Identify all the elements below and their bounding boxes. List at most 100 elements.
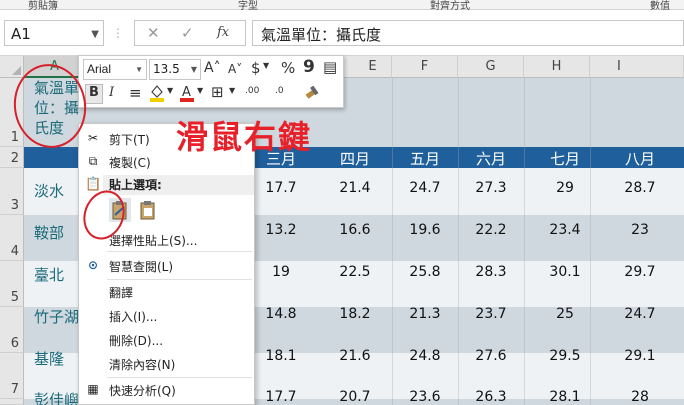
column-header-i[interactable]: I	[590, 56, 684, 78]
shrink-font-icon[interactable]: A˅	[228, 62, 242, 76]
format-painter-icon[interactable]	[303, 83, 321, 103]
city-label[interactable]: 臺北	[34, 264, 64, 285]
data-cell[interactable]: 19.6	[400, 222, 450, 238]
formula-buttons: ✕ ✓ fx	[134, 20, 246, 46]
city-label[interactable]: 基隆	[34, 348, 64, 369]
menu-item-clear-contents[interactable]: 清除內容(N)	[79, 353, 254, 375]
data-cell[interactable]: 29	[540, 180, 590, 196]
paste-values-button[interactable]	[137, 198, 159, 222]
context-menu: ✂ 剪下(T) ⧉ 複製(C) 貼上選項: 📋 選擇性貼上(S)... ⊙ 智慧…	[78, 123, 255, 405]
italic-icon[interactable]: I	[109, 85, 114, 100]
cancel-icon[interactable]: ✕	[147, 24, 160, 42]
format-table-icon[interactable]: ▤	[323, 58, 337, 76]
data-cell[interactable]: 28	[615, 389, 665, 405]
drag-handle-icon[interactable]: ⋮	[112, 26, 124, 40]
column-header-f[interactable]: F	[392, 56, 458, 78]
data-cell[interactable]: 17.7	[256, 389, 306, 405]
chevron-down-icon[interactable]: ▼	[229, 86, 235, 95]
grow-font-icon[interactable]: A˄	[204, 60, 221, 76]
comma-style-icon[interactable]: 9	[303, 57, 315, 77]
name-box[interactable]: A1 ▼	[4, 20, 104, 46]
data-cell[interactable]: 30.1	[540, 264, 590, 280]
data-cell[interactable]: 29.1	[615, 348, 665, 364]
currency-icon[interactable]: $	[251, 59, 261, 77]
month-header[interactable]: 五月	[400, 148, 450, 169]
city-label[interactable]: 鞍部	[34, 222, 64, 243]
data-cell[interactable]: 23.7	[466, 306, 516, 322]
menu-item-quick-analysis[interactable]: ▦ 快速分析(Q)	[79, 379, 254, 401]
data-cell[interactable]: 16.6	[330, 222, 380, 238]
paste-options-header: 貼上選項:	[103, 175, 254, 195]
city-label[interactable]: 淡水	[34, 180, 64, 201]
data-cell[interactable]: 29.7	[615, 264, 665, 280]
data-cell[interactable]: 17.7	[256, 180, 306, 196]
data-cell[interactable]: 26.3	[466, 389, 516, 405]
data-cell[interactable]: 24.7	[615, 306, 665, 322]
data-cell[interactable]: 25.8	[400, 264, 450, 280]
row-header-5[interactable]: 5	[0, 261, 24, 307]
row-header-4[interactable]: 4	[0, 215, 24, 261]
row-header-7[interactable]: 7	[0, 353, 24, 399]
font-color-icon[interactable]: A	[179, 82, 195, 104]
chevron-down-icon[interactable]: ▼	[197, 86, 203, 95]
borders-icon[interactable]: ⊞	[211, 83, 224, 101]
row-header-8[interactable]	[0, 399, 24, 405]
data-cell[interactable]: 21.4	[330, 180, 380, 196]
menu-item-translate[interactable]: 翻譯	[79, 281, 254, 303]
align-center-icon[interactable]: ≡	[129, 84, 142, 102]
name-box-value: A1	[11, 25, 31, 43]
menu-item-insert[interactable]: 插入(I)...	[79, 305, 254, 327]
data-cell[interactable]: 18.2	[330, 306, 380, 322]
percent-icon[interactable]: %	[281, 59, 295, 77]
data-cell[interactable]: 23.6	[400, 389, 450, 405]
menu-item-smart-lookup[interactable]: ⊙ 智慧查閱(L)	[79, 255, 254, 277]
formula-input[interactable]: 氣溫單位：攝氏度	[252, 20, 684, 46]
data-cell[interactable]: 21.3	[400, 306, 450, 322]
enter-icon[interactable]: ✓	[181, 24, 194, 42]
month-header[interactable]: 六月	[466, 148, 516, 169]
data-cell[interactable]: 27.6	[466, 348, 516, 364]
row-header-2[interactable]: 2	[0, 147, 24, 168]
bold-icon[interactable]: B	[85, 84, 103, 104]
increase-decimal-icon[interactable]: .00	[245, 86, 259, 96]
data-cell[interactable]: 18.1	[256, 348, 306, 364]
data-cell[interactable]: 29.5	[540, 348, 590, 364]
data-cell[interactable]: 27.3	[466, 180, 516, 196]
data-cell[interactable]: 21.6	[330, 348, 380, 364]
menu-item-delete[interactable]: 刪除(D)...	[79, 329, 254, 351]
data-cell[interactable]: 24.7	[400, 180, 450, 196]
data-cell[interactable]: 13.2	[256, 222, 306, 238]
city-label[interactable]: 彭佳嶼	[34, 389, 79, 405]
data-cell[interactable]: 28.1	[540, 389, 590, 405]
data-cell[interactable]: 28.3	[466, 264, 516, 280]
row-header-3[interactable]: 3	[0, 168, 24, 215]
chevron-down-icon[interactable]: ▼	[167, 86, 173, 95]
data-cell[interactable]: 23.4	[540, 222, 590, 238]
decrease-decimal-icon[interactable]: .0	[275, 86, 284, 96]
data-cell[interactable]: 23	[615, 222, 665, 238]
month-header[interactable]: 八月	[615, 148, 665, 169]
column-header-h[interactable]: H	[524, 56, 590, 78]
data-cell[interactable]: 22.5	[330, 264, 380, 280]
data-cell[interactable]: 25	[540, 306, 590, 322]
chevron-down-icon[interactable]: ▼	[91, 29, 99, 40]
data-cell[interactable]: 24.8	[400, 348, 450, 364]
search-icon: ⊙	[87, 258, 99, 272]
font-name-select[interactable]: Arial ▼	[83, 59, 147, 80]
row-header-6[interactable]: 6	[0, 307, 24, 353]
data-cell[interactable]: 22.2	[466, 222, 516, 238]
data-cell[interactable]: 14.8	[256, 306, 306, 322]
month-header[interactable]: 四月	[330, 148, 380, 169]
data-cell[interactable]: 20.7	[330, 389, 380, 405]
font-size-select[interactable]: 13.5 ▼	[149, 59, 201, 80]
fill-color-icon[interactable]	[149, 83, 165, 103]
data-cell[interactable]: 19	[256, 264, 306, 280]
column-header-g[interactable]: G	[458, 56, 524, 78]
insert-function-icon[interactable]: fx	[217, 25, 229, 40]
chevron-down-icon[interactable]: ▼	[263, 61, 269, 70]
month-header[interactable]: 七月	[540, 148, 590, 169]
data-cell[interactable]: 28.7	[615, 180, 665, 196]
city-label[interactable]: 竹子湖	[34, 306, 79, 327]
quick-analysis-icon: ▦	[87, 382, 99, 396]
select-all-button[interactable]	[0, 56, 24, 78]
